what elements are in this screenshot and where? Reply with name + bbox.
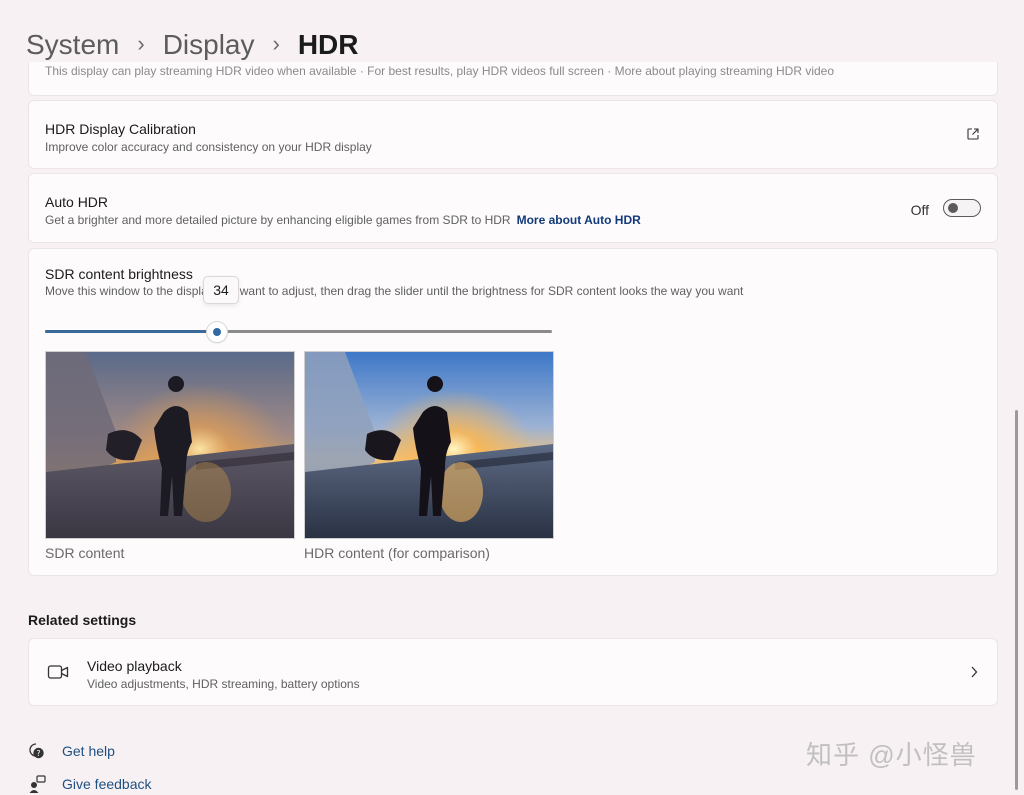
- toggle-knob: [948, 203, 958, 213]
- give-feedback-label: Give feedback: [62, 776, 152, 792]
- sdr-brightness-description: Move this window to the display you want…: [45, 284, 744, 298]
- get-help-label: Get help: [62, 743, 115, 759]
- video-camera-icon: [47, 665, 69, 679]
- hdr-caption: HDR content (for comparison): [304, 545, 490, 561]
- streaming-video-card: This display can play streaming HDR vide…: [28, 62, 998, 96]
- breadcrumb-system[interactable]: System: [26, 29, 119, 61]
- svg-text:?: ?: [36, 749, 40, 758]
- chevron-right-icon: [971, 666, 978, 678]
- page-title: HDR: [297, 29, 359, 60]
- scrollbar[interactable]: [1015, 410, 1018, 790]
- feedback-icon: [29, 775, 46, 793]
- sdr-caption: SDR content: [45, 545, 125, 561]
- auto-hdr-toggle-label: Off: [910, 202, 929, 218]
- auto-hdr-title: Auto HDR: [45, 194, 109, 210]
- hdr-sample-image: [304, 351, 554, 539]
- breadcrumb-display[interactable]: Display: [163, 29, 255, 61]
- get-help-link[interactable]: ? Get help: [28, 742, 115, 760]
- sdr-brightness-slider[interactable]: [45, 322, 552, 342]
- breadcrumb: System › Display › HDR: [26, 26, 359, 64]
- slider-thumb[interactable]: [207, 322, 228, 342]
- auto-hdr-toggle[interactable]: [943, 199, 981, 217]
- slider-fill: [45, 330, 218, 333]
- slider-value-tooltip: 34: [203, 276, 239, 304]
- help-icon: ?: [29, 743, 44, 759]
- hdr-calibration-card[interactable]: HDR Display Calibration Improve color ac…: [28, 100, 998, 169]
- external-link-icon[interactable]: [965, 126, 981, 142]
- auto-hdr-link[interactable]: More about Auto HDR: [517, 213, 641, 227]
- calibration-description: Improve color accuracy and consistency o…: [45, 140, 372, 154]
- auto-hdr-description-text: Get a brighter and more detailed picture…: [45, 213, 511, 227]
- auto-hdr-description: Get a brighter and more detailed picture…: [45, 213, 641, 227]
- video-playback-description: Video adjustments, HDR streaming, batter…: [87, 677, 360, 691]
- give-feedback-link[interactable]: Give feedback: [28, 775, 152, 793]
- calibration-title: HDR Display Calibration: [45, 121, 196, 137]
- sdr-brightness-title: SDR content brightness: [45, 266, 193, 282]
- streaming-video-description: This display can play streaming HDR vide…: [45, 64, 835, 78]
- breadcrumb-chevron-icon: ›: [137, 31, 145, 56]
- video-playback-title: Video playback: [87, 658, 182, 674]
- video-playback-card[interactable]: Video playback Video adjustments, HDR st…: [28, 638, 998, 706]
- watermark-text: 知乎 @小怪兽: [806, 740, 977, 770]
- sdr-brightness-card: SDR content brightness Move this window …: [28, 248, 998, 576]
- sdr-sample-image: [45, 351, 295, 539]
- auto-hdr-card: Auto HDR Get a brighter and more detaile…: [28, 173, 998, 243]
- related-settings-heading: Related settings: [28, 612, 137, 628]
- breadcrumb-chevron-icon: ›: [272, 31, 280, 56]
